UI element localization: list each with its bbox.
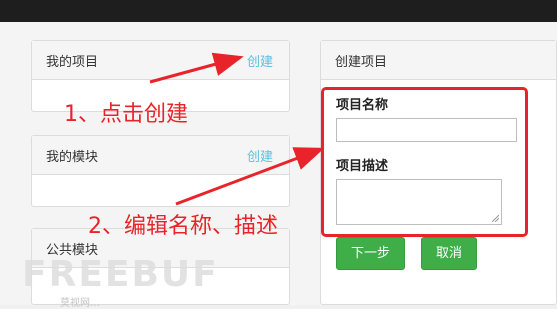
resize-grip-icon[interactable] — [492, 215, 499, 222]
project-name-input[interactable] — [336, 118, 517, 142]
my-modules-title: 我的模块 — [46, 150, 99, 165]
project-description-textarea[interactable] — [336, 179, 502, 225]
create-project-link[interactable]: 创建 — [247, 51, 273, 70]
my-modules-header: 我的模块 创建 — [32, 136, 289, 175]
project-name-label: 项目名称 — [336, 98, 389, 113]
step1-annotation: 1、点击创建 — [64, 102, 188, 127]
next-step-button[interactable]: 下一步 — [336, 237, 405, 270]
project-description-label: 项目描述 — [336, 159, 389, 174]
my-projects-title: 我的项目 — [46, 55, 99, 70]
create-project-title: 创建项目 — [335, 55, 388, 70]
watermark-logo: FREEBUF — [22, 254, 219, 295]
top-navigation-bar — [0, 0, 557, 22]
cancel-button[interactable]: 取消 — [421, 237, 477, 270]
watermark-subtitle: 莫视网… — [60, 298, 100, 309]
create-module-link[interactable]: 创建 — [247, 146, 273, 165]
my-modules-panel: 我的模块 创建 — [31, 135, 290, 207]
step2-annotation: 2、编辑名称、描述 — [88, 214, 278, 239]
my-projects-header: 我的项目 创建 — [32, 41, 289, 80]
create-project-header: 创建项目 — [321, 41, 556, 80]
